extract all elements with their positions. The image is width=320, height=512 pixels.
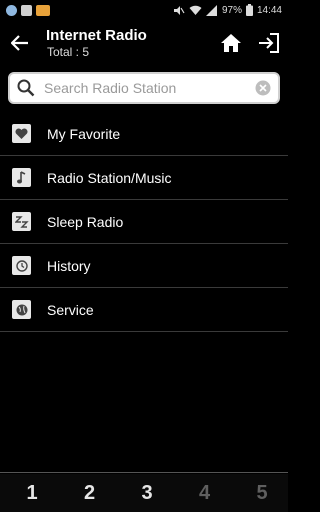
history-clock-icon	[12, 256, 31, 275]
menu-item-sleep-radio[interactable]: Sleep Radio	[0, 200, 288, 244]
mute-icon	[173, 5, 185, 15]
search-bar	[8, 72, 280, 104]
search-input[interactable]	[36, 75, 254, 101]
menu-item-label: Service	[47, 301, 94, 318]
header-titles: Internet Radio Total : 5	[40, 27, 212, 60]
menu-item-radio-station-music[interactable]: Radio Station/Music	[0, 156, 288, 200]
search-icon	[16, 78, 36, 98]
menu-item-label: Radio Station/Music	[47, 169, 172, 186]
menu-list: My Favorite Radio Station/Music Sleep Ra…	[0, 112, 288, 332]
notification-radio-icon	[36, 4, 50, 16]
status-notifications	[6, 4, 50, 16]
battery-percent: 97%	[221, 4, 242, 16]
page-button-5[interactable]: 5	[252, 482, 272, 505]
clock: 14:44	[256, 4, 282, 16]
menu-item-label: History	[47, 257, 91, 274]
globe-icon	[12, 300, 31, 319]
clear-search-icon[interactable]	[254, 79, 272, 97]
notification-app-icon	[6, 4, 17, 16]
menu-item-history[interactable]: History	[0, 244, 288, 288]
station-total: Total : 5	[47, 44, 90, 59]
exit-button[interactable]	[250, 20, 288, 66]
page-button-4[interactable]: 4	[195, 482, 215, 505]
page-button-1[interactable]: 1	[22, 482, 42, 505]
app-header: Internet Radio Total : 5	[0, 20, 288, 66]
page-title: Internet Radio	[46, 26, 147, 44]
menu-item-label: Sleep Radio	[47, 213, 124, 230]
exit-icon	[259, 33, 279, 53]
wifi-icon	[189, 5, 202, 15]
notification-image-icon	[21, 4, 32, 16]
page-button-3[interactable]: 3	[137, 482, 157, 505]
music-note-icon	[12, 168, 31, 187]
bottom-divider	[0, 472, 288, 473]
signal-icon	[205, 4, 217, 16]
menu-item-label: My Favorite	[47, 125, 121, 142]
home-button[interactable]	[212, 20, 250, 66]
heart-icon	[12, 124, 31, 143]
page-selector: 1 2 3 4 5	[0, 474, 288, 512]
page-button-2[interactable]: 2	[80, 482, 100, 505]
back-button[interactable]	[0, 20, 40, 66]
sleep-zz-icon	[12, 212, 31, 231]
status-system: 97% 14:44	[173, 4, 282, 16]
status-bar: 97% 14:44	[0, 0, 288, 20]
menu-item-service[interactable]: Service	[0, 288, 288, 332]
menu-item-my-favorite[interactable]: My Favorite	[0, 112, 288, 156]
battery-icon	[245, 4, 253, 16]
back-arrow-icon	[11, 35, 28, 51]
home-icon	[221, 34, 241, 52]
